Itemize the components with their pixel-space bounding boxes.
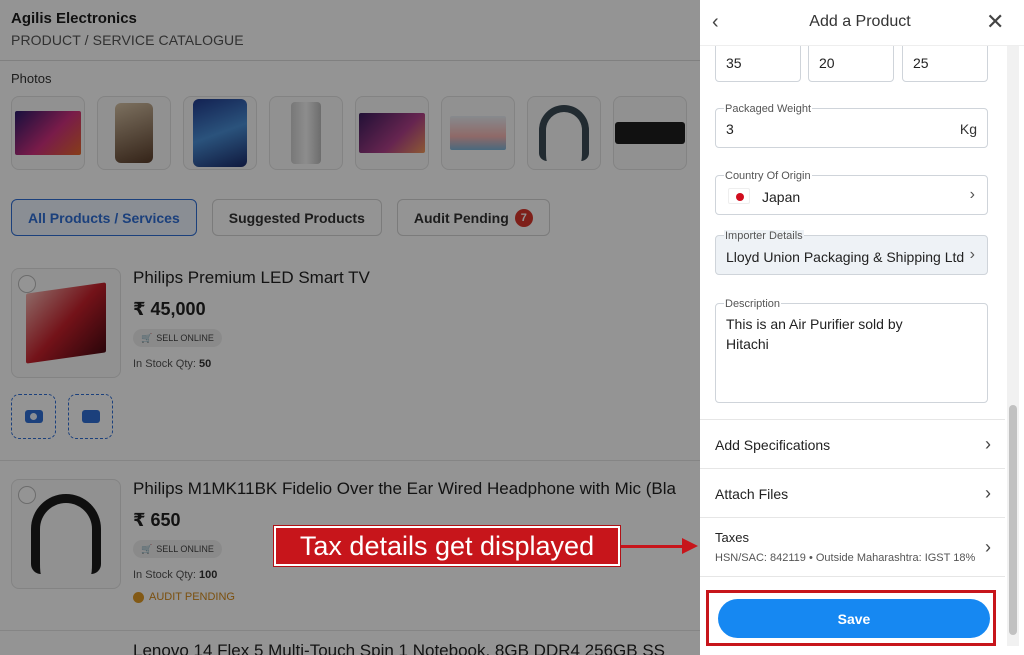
importer-details-select[interactable]: Importer Details Lloyd Union Packaging &… (715, 230, 988, 275)
scrollbar-thumb[interactable] (1009, 405, 1017, 635)
annotation-arrow-line (621, 545, 683, 548)
importer-value: Lloyd Union Packaging & Shipping Ltd (726, 249, 965, 265)
chevron-right-icon: › (985, 483, 991, 503)
height-value: 25 (913, 55, 929, 71)
add-product-drawer: 35 20 25 Packaged Weight 3 Kg Country Of… (700, 0, 1024, 655)
japan-flag-icon (728, 188, 750, 204)
description-textarea[interactable]: Description This is an Air Purifier sold… (715, 298, 988, 403)
chevron-right-icon: › (969, 246, 975, 263)
drawer-header: ‹ Add a Product ✕ (700, 0, 1024, 46)
add-specifications-row[interactable]: Add Specifications › (700, 419, 1005, 469)
close-icon[interactable]: ✕ (986, 10, 1008, 34)
country-of-origin-select[interactable]: Country Of Origin Japan › (715, 170, 988, 215)
add-specifications-label: Add Specifications (715, 437, 831, 453)
tax-details: HSN/SAC: 842119 • Outside Maharashtra: I… (715, 552, 976, 564)
save-button[interactable]: Save (718, 599, 990, 638)
annotation-arrow-icon (682, 538, 698, 554)
chevron-right-icon: › (969, 186, 975, 203)
drawer-title: Add a Product (809, 13, 911, 30)
attach-files-row[interactable]: Attach Files › (700, 468, 1005, 518)
chevron-right-icon: › (985, 537, 991, 557)
annotation-callout: Tax details get displayed (274, 526, 620, 566)
packaged-weight-value: 3 (726, 121, 734, 137)
weight-unit: Kg (959, 121, 977, 137)
packaged-weight-field[interactable]: Packaged Weight 3 Kg (715, 103, 988, 148)
country-label: Country Of Origin (724, 170, 812, 182)
description-label: Description (724, 298, 782, 310)
packaged-weight-label: Packaged Weight (724, 103, 813, 115)
length-value: 35 (726, 55, 742, 71)
attach-files-label: Attach Files (715, 486, 789, 502)
taxes-label: Taxes (715, 530, 749, 545)
description-value: This is an Air Purifier sold by Hitachi (726, 316, 903, 352)
chevron-right-icon: › (985, 434, 991, 454)
save-highlight-box: Save (706, 590, 996, 646)
country-value: Japan (762, 189, 801, 205)
width-value: 20 (819, 55, 835, 71)
taxes-row[interactable]: Taxes HSN/SAC: 842119 • Outside Maharash… (700, 517, 1005, 577)
importer-label: Importer Details (724, 230, 804, 242)
